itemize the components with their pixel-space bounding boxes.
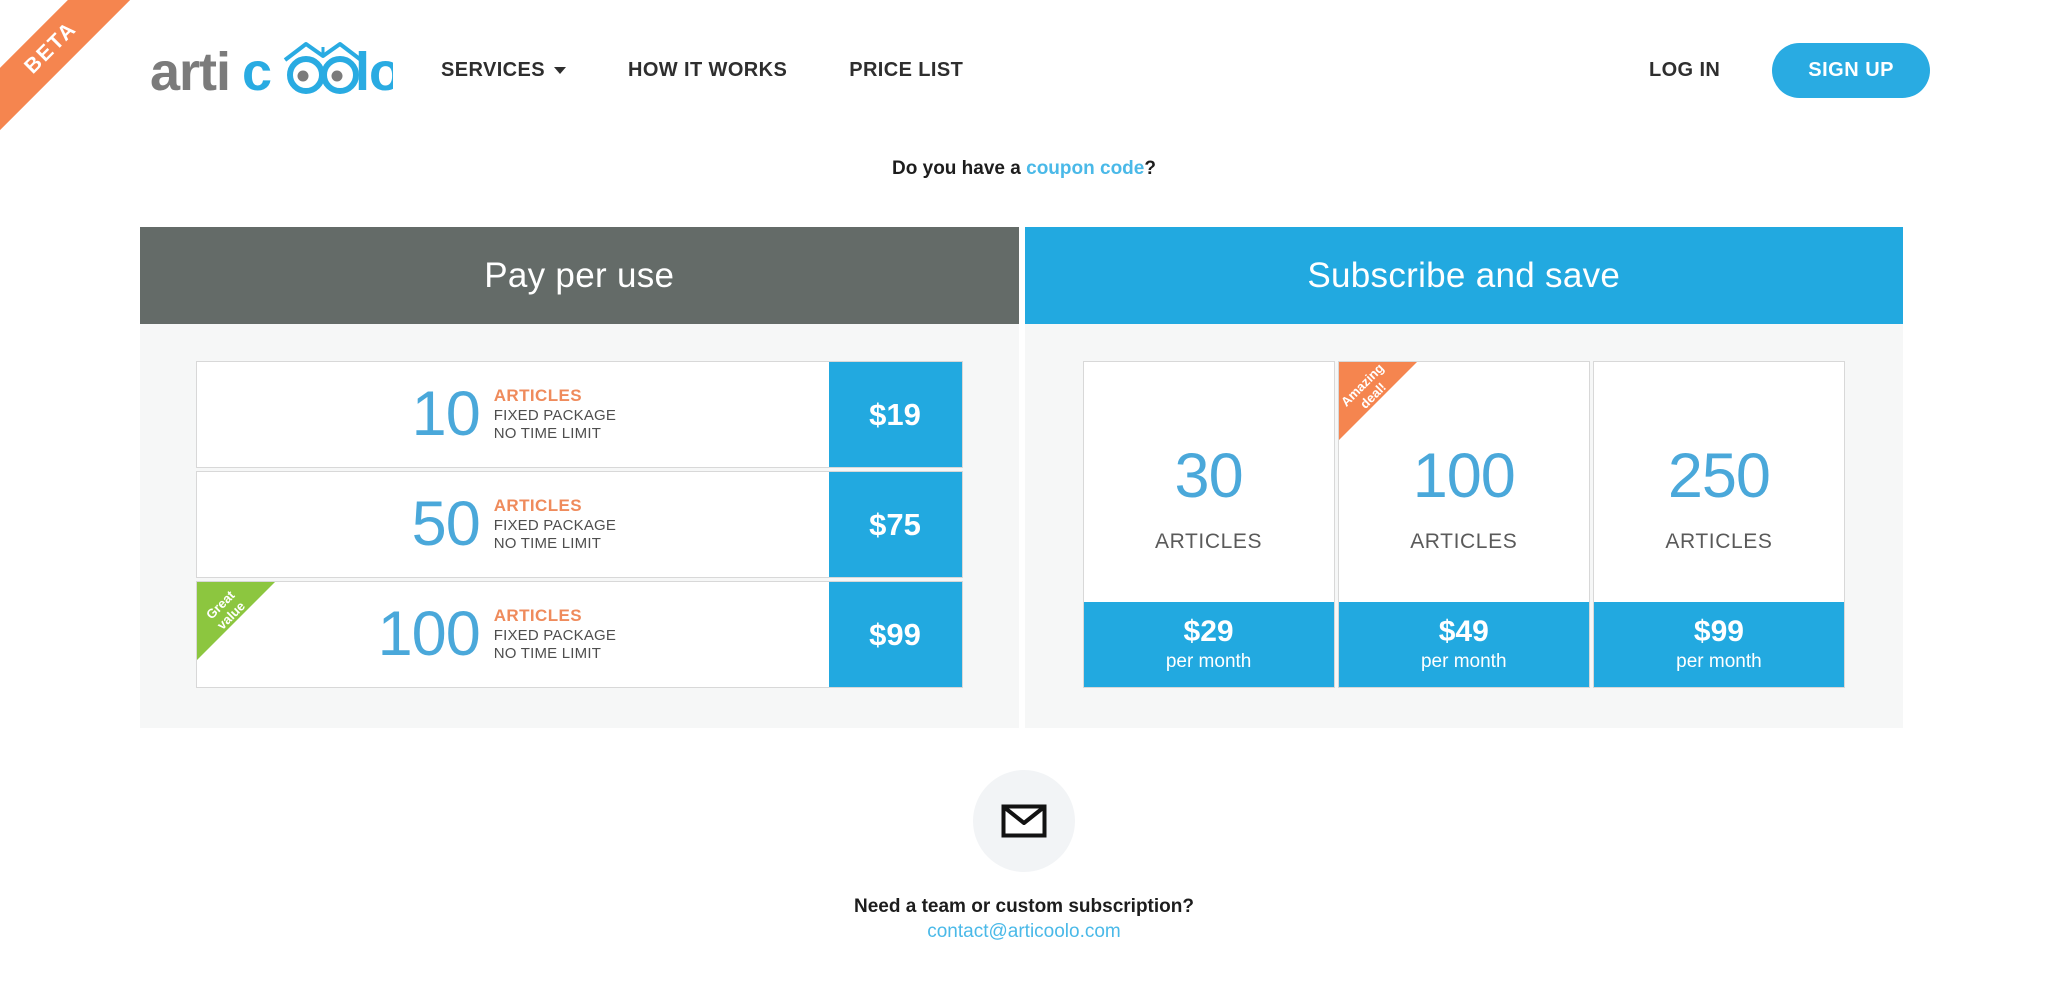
pay-per-use-articles-label: ARTICLES: [493, 605, 582, 625]
pay-per-use-feature-2: NO TIME LIMIT: [493, 534, 602, 552]
pay-per-use-feature-1: FIXED PACKAGE: [493, 406, 617, 424]
subscribe-card[interactable]: Amazing deal! 100 ARTICLES $49 per month: [1337, 361, 1590, 688]
nav-item-services[interactable]: SERVICES: [441, 49, 566, 92]
chevron-down-icon: [553, 66, 566, 74]
pay-per-use-price[interactable]: $75: [828, 472, 962, 577]
pay-per-use-quantity: 50: [411, 489, 481, 559]
header-actions: LOG IN SIGN UP: [1649, 42, 1930, 98]
contact-block: Need a team or custom subscription? cont…: [0, 770, 2048, 943]
pay-per-use-row[interactable]: Great value 100 ARTICLES FIXED PACKAGE N…: [196, 581, 963, 688]
coupon-code-link[interactable]: coupon code: [1026, 158, 1144, 179]
pay-per-use-price[interactable]: $99: [828, 582, 962, 687]
subscribe-card[interactable]: 250 ARTICLES $99 per month: [1592, 361, 1846, 688]
signup-button[interactable]: SIGN UP: [1772, 42, 1930, 98]
coupon-prompt-prefix: Do you have a: [892, 158, 1027, 179]
nav-item-services-label: SERVICES: [441, 58, 545, 81]
articoolo-logo[interactable]: arti c lo: [150, 34, 393, 106]
login-link[interactable]: LOG IN: [1649, 59, 1720, 82]
contact-email-link[interactable]: contact@articoolo.com: [0, 921, 2048, 943]
pay-per-use-meta: ARTICLES FIXED PACKAGE NO TIME LIMIT: [494, 606, 674, 663]
pay-per-use-feature-1: FIXED PACKAGE: [493, 626, 617, 644]
subscribe-cards: 30 ARTICLES $29 per month Amazing deal!: [1082, 361, 1846, 688]
subscribe-price: $49: [1438, 614, 1489, 648]
pay-per-use-quantity: 10: [411, 379, 481, 449]
nav-item-how-it-works-label: HOW IT WORKS: [627, 58, 788, 81]
subscribe-card-price-area[interactable]: $99 per month: [1593, 602, 1845, 687]
pay-per-use-panel: Pay per use 10 ARTICLES FIXED PACKAGE NO…: [140, 227, 1019, 728]
pay-per-use-articles-label: ARTICLES: [493, 385, 582, 405]
subscribe-price: $99: [1693, 614, 1744, 648]
pay-per-use-row-info: 100 ARTICLES FIXED PACKAGE NO TIME LIMIT: [197, 582, 829, 687]
pay-per-use-feature-2: NO TIME LIMIT: [493, 424, 602, 442]
pay-per-use-meta: ARTICLES FIXED PACKAGE NO TIME LIMIT: [494, 496, 674, 553]
pay-per-use-title: Pay per use: [140, 227, 1019, 324]
pay-per-use-articles-label: ARTICLES: [493, 495, 582, 515]
subscribe-price: $29: [1183, 614, 1234, 648]
subscribe-quantity: 100: [1412, 440, 1516, 511]
subscribe-period: per month: [1165, 651, 1252, 673]
subscribe-card-top: 30 ARTICLES: [1084, 362, 1334, 602]
coupon-prompt-suffix: ?: [1144, 158, 1156, 179]
contact-icon-circle: [973, 770, 1075, 872]
subscribe-quantity: 250: [1667, 440, 1771, 511]
subscribe-period: per month: [1676, 651, 1762, 673]
pay-per-use-price[interactable]: $19: [828, 362, 962, 467]
subscribe-card-price-area[interactable]: $49 per month: [1338, 602, 1589, 687]
subscribe-card-top: 250 ARTICLES: [1594, 362, 1844, 602]
nav-item-price-list-label: PRICE LIST: [849, 58, 964, 81]
pay-per-use-feature-1: FIXED PACKAGE: [493, 516, 617, 534]
pay-per-use-body: 10 ARTICLES FIXED PACKAGE NO TIME LIMIT …: [140, 324, 1019, 728]
subscribe-body: 30 ARTICLES $29 per month Amazing deal!: [1024, 324, 1903, 728]
site-header: arti c lo SERVICES HOW IT WORKS PRICE LI…: [0, 0, 2048, 140]
subscribe-card-top: 100 ARTICLES: [1339, 362, 1589, 602]
subscribe-articles-label: ARTICLES: [1410, 529, 1518, 553]
svg-text:c: c: [242, 42, 271, 102]
subscribe-articles-label: ARTICLES: [1665, 529, 1773, 553]
subscribe-title: Subscribe and save: [1024, 227, 1903, 324]
nav-item-price-list[interactable]: PRICE LIST: [849, 49, 963, 92]
main-nav: SERVICES HOW IT WORKS PRICE LIST: [441, 49, 963, 92]
pay-per-use-row[interactable]: 50 ARTICLES FIXED PACKAGE NO TIME LIMIT …: [196, 471, 963, 578]
subscribe-panel: Subscribe and save 30 ARTICLES $29 per m…: [1024, 227, 1903, 728]
pay-per-use-quantity: 100: [377, 599, 481, 669]
coupon-prompt: Do you have a coupon code?: [0, 158, 2048, 180]
pay-per-use-row[interactable]: 10 ARTICLES FIXED PACKAGE NO TIME LIMIT …: [196, 361, 963, 468]
svg-text:lo: lo: [355, 42, 393, 102]
pay-per-use-row-info: 10 ARTICLES FIXED PACKAGE NO TIME LIMIT: [197, 362, 829, 467]
subscribe-card-price-area[interactable]: $29 per month: [1083, 602, 1334, 687]
subscribe-period: per month: [1420, 651, 1507, 673]
subscribe-card[interactable]: 30 ARTICLES $29 per month: [1082, 361, 1335, 688]
contact-heading: Need a team or custom subscription?: [854, 896, 1194, 917]
pay-per-use-meta: ARTICLES FIXED PACKAGE NO TIME LIMIT: [494, 386, 674, 443]
pay-per-use-feature-2: NO TIME LIMIT: [493, 644, 602, 662]
svg-text:arti: arti: [150, 42, 230, 102]
pricing-section: Pay per use 10 ARTICLES FIXED PACKAGE NO…: [140, 227, 1903, 728]
subscribe-articles-label: ARTICLES: [1155, 529, 1263, 553]
envelope-icon: [1001, 804, 1047, 838]
subscribe-quantity: 30: [1174, 440, 1244, 511]
pay-per-use-row-info: 50 ARTICLES FIXED PACKAGE NO TIME LIMIT: [197, 472, 829, 577]
nav-item-how-it-works[interactable]: HOW IT WORKS: [628, 49, 787, 92]
